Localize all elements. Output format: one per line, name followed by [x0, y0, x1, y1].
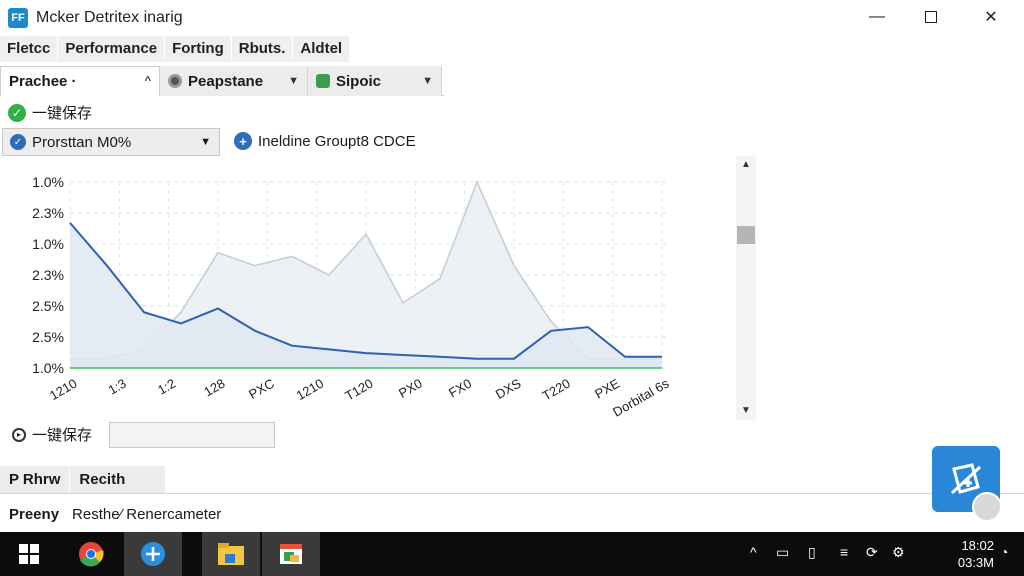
save-label: 一键保存: [32, 427, 93, 444]
menu-item-aldtel[interactable]: Aldtel: [293, 36, 351, 62]
x-tick-label: 1210: [294, 376, 327, 403]
x-tick-label: FX0: [446, 376, 474, 401]
tab-sipoic[interactable]: Sipoic ▼: [308, 66, 442, 96]
x-tick-label: DXS: [493, 375, 524, 402]
tray-sync-icon[interactable]: ⟳: [866, 544, 878, 561]
close-icon: ✕: [984, 9, 998, 26]
x-tick-label: 1:2: [155, 376, 178, 398]
taskbar-chrome[interactable]: [62, 532, 120, 576]
x-tick-label: PXC: [246, 376, 277, 402]
menu-item-forting[interactable]: Forting: [165, 36, 232, 62]
leaf-icon: [316, 74, 330, 88]
gear-icon: [168, 74, 182, 88]
chevron-down-icon: ▼: [200, 136, 211, 148]
info-line: + Ineldine Groupt8 CDCE: [234, 132, 416, 150]
save-name-input[interactable]: [109, 422, 275, 448]
notification-icon[interactable]: ◔: [1000, 544, 1008, 560]
chevron-up-icon: ^: [144, 75, 151, 87]
clock-time: 18:02: [961, 538, 994, 553]
tray-network-icon[interactable]: ▭: [776, 544, 789, 561]
app-icon: FF: [8, 8, 28, 28]
check-circle-icon: ✓: [10, 134, 26, 150]
menu-item-rbuts[interactable]: Rbuts.: [231, 36, 294, 62]
maximize-button[interactable]: [908, 4, 954, 30]
y-tick-label: 2.5%: [32, 329, 64, 345]
x-tick-label: PXE: [592, 375, 622, 401]
x-tick-label: 1:3: [106, 376, 129, 398]
table-cell: Preeny: [9, 505, 60, 523]
tray-settings-icon[interactable]: ⚙: [892, 544, 905, 561]
tab-label: Peapstane: [188, 72, 264, 90]
folder-icon: [218, 543, 244, 565]
title-bar[interactable]: FF Mcker Detritex inarig — ✕: [0, 0, 1024, 34]
status-label: 一键保存: [32, 105, 93, 122]
app-window: FF Mcker Detritex inarig — ✕ Fletcc Perf…: [0, 0, 1024, 532]
menu-item-performance[interactable]: Performance: [58, 36, 166, 62]
scroll-up-icon[interactable]: ▲: [736, 156, 756, 174]
y-tick-label: 2.5%: [32, 298, 64, 314]
save-row: ▸ 一键保存: [12, 424, 92, 445]
taskbar-file-explorer[interactable]: [202, 532, 260, 576]
x-tick-label: Dorbital 6s: [610, 375, 672, 419]
y-tick-label: 2.3%: [32, 267, 64, 283]
app-window-icon: [280, 544, 302, 564]
tray-notes-icon[interactable]: ≡: [840, 544, 848, 560]
windows-icon: [19, 544, 39, 564]
chevron-down-icon: ▼: [422, 75, 433, 87]
y-tick-label: 1.0%: [32, 360, 64, 376]
table-row[interactable]: Preeny Resthe⁄ Renercameter: [0, 500, 230, 528]
window-title: Mcker Detritex inarig: [36, 9, 183, 26]
preset-select-value: Prorsttan M0%: [32, 133, 132, 151]
performance-chart: 1.0%2.3%1.0%2.3%2.5%2.5%1.0%1210 1:3 1:2 12…: [32, 174, 672, 420]
y-tick-label: 1.0%: [32, 236, 64, 252]
tab-label: Sipoic: [336, 72, 382, 90]
taskbar-browser[interactable]: [124, 532, 182, 576]
x-tick-label: 128: [201, 376, 227, 400]
x-tick-label: T120: [342, 376, 375, 404]
minimize-button[interactable]: —: [854, 4, 900, 30]
x-tick-label: T220: [540, 376, 573, 404]
tab-label: Prachee ·: [9, 72, 77, 90]
column-header-recith[interactable]: Recith: [70, 466, 167, 494]
x-tick-label: PX0: [396, 376, 425, 401]
table-header: P Rhrw Recith: [0, 466, 167, 494]
tray-expand-icon[interactable]: ^: [750, 544, 757, 560]
taskbar-app[interactable]: [262, 532, 320, 576]
browser-icon: [141, 542, 165, 566]
taskbar: ^ ▭ ▯ ≡ ⟳ ⚙ 18:02 03:3M ◔: [0, 532, 1024, 576]
status-line: ✓ 一键保存: [8, 102, 92, 123]
tray-battery-icon[interactable]: ▯: [808, 544, 816, 561]
arrow-right-icon: ▸: [12, 427, 26, 442]
chrome-icon: [79, 542, 104, 567]
maximize-icon: [925, 11, 937, 23]
table-divider: [0, 493, 1024, 494]
column-header-rhrw[interactable]: P Rhrw: [0, 466, 71, 494]
chevron-down-icon: ▼: [288, 75, 299, 87]
taskbar-clock[interactable]: 18:02 03:3M: [934, 537, 994, 571]
badge-icon: [972, 492, 1002, 522]
scroll-down-icon[interactable]: ▼: [736, 402, 756, 420]
scroll-thumb[interactable]: [737, 226, 755, 244]
clock-date: 03:3M: [957, 555, 994, 570]
close-button[interactable]: ✕: [968, 4, 1014, 30]
start-button[interactable]: [0, 532, 58, 576]
menu-item-fletcc[interactable]: Fletcc: [0, 36, 59, 62]
table-cell: Resthe⁄ Renercameter: [72, 505, 222, 523]
tab-bar: Prachee · ^ Peapstane ▼ Sipoic ▼: [0, 66, 444, 96]
tab-prachee[interactable]: Prachee · ^: [0, 66, 160, 96]
info-plus-icon: +: [234, 132, 252, 150]
preset-select[interactable]: ✓ Prorsttan M0% ▼: [2, 128, 220, 156]
vertical-scrollbar[interactable]: ▲ ▼: [736, 156, 756, 420]
y-tick-label: 2.3%: [32, 205, 64, 221]
check-icon: ✓: [8, 103, 26, 122]
tab-peapstane[interactable]: Peapstane ▼: [160, 66, 308, 96]
x-tick-label: 1210: [47, 376, 80, 403]
y-tick-label: 1.0%: [32, 174, 64, 190]
info-label: Ineldine Groupt8 CDCE: [258, 132, 416, 150]
menu-bar: Fletcc Performance Forting Rbuts. Aldtel: [0, 36, 351, 62]
minimize-icon: —: [869, 8, 885, 25]
